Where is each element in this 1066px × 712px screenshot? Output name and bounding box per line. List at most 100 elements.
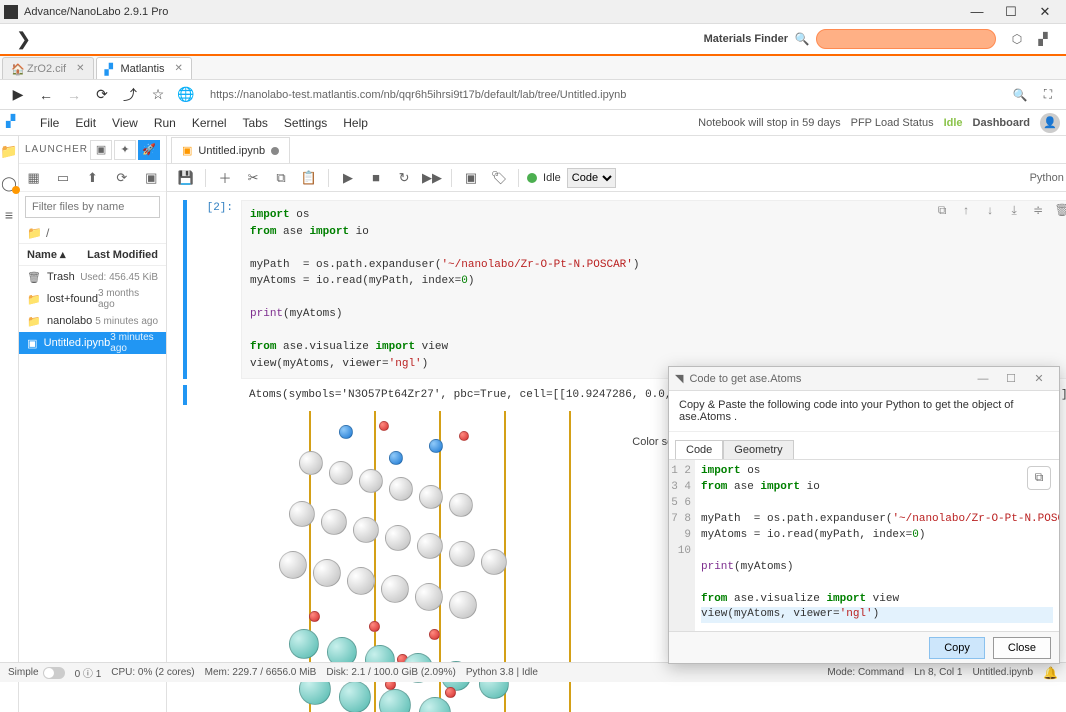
modal-titlebar[interactable]: ◥ Code to get ase.Atoms — ☐ ✕ [669,367,1059,391]
modal-close[interactable]: ✕ [1025,372,1053,385]
dashboard-link[interactable]: Dashboard [973,117,1030,129]
cell-prompt: [2]: [193,200,241,379]
menu-view[interactable]: View [104,116,146,130]
notebook-icon: ▣ [27,337,38,350]
paste-icon[interactable]: 📋 [298,167,320,189]
menu-file[interactable]: File [32,116,67,130]
crumb-path: / [46,226,49,240]
launcher-btn-1[interactable]: ▣ [90,140,112,160]
menu-kernel[interactable]: Kernel [184,116,235,130]
url-field[interactable]: https://nanolabo-test.matlantis.com/nb/q… [204,89,1002,101]
launcher-btn-rocket[interactable]: 🚀 [138,140,160,160]
filter-input[interactable] [25,196,160,218]
globe-icon[interactable]: 🌐 [176,85,196,105]
move-down-icon[interactable]: ↓ [982,202,998,218]
copy-icon[interactable]: ⧉ [1027,466,1051,490]
finder-input[interactable] [816,29,996,49]
duplicate-icon[interactable]: ⧉ [934,202,950,218]
cell-code[interactable]: import os from ase import io myPath = os… [241,200,1066,379]
download-icon[interactable]: ⤓ [1006,202,1022,218]
search-icon[interactable]: 🔍 [1010,85,1030,105]
tab-matlantis[interactable]: ▞ Matlantis ✕ [96,57,192,79]
run-all-icon[interactable]: ▶▶ [421,167,443,189]
close-icon[interactable]: ✕ [76,63,84,74]
tab-label: Matlantis [121,63,165,75]
menu-tabs[interactable]: Tabs [235,116,276,130]
materials-finder-label: Materials Finder [704,33,788,45]
modal-footer: Copy Close [669,631,1059,663]
play-icon[interactable]: ▶ [8,85,28,105]
copy-icon[interactable]: ⧉ [270,167,292,189]
forward-icon[interactable]: → [64,85,84,105]
file-filter [19,192,166,222]
back-icon[interactable]: ← [36,85,56,105]
cut-icon[interactable]: ✂ [242,167,264,189]
close-button[interactable]: ✕ [1028,1,1062,23]
breadcrumb[interactable]: 📁 / [19,222,166,244]
code-cell[interactable]: [2]: import os from ase import io myPath… [183,200,1066,379]
run-icon[interactable]: ▶ [337,167,359,189]
bell-icon[interactable]: 🔔 [1043,666,1058,680]
modal-tab-geometry[interactable]: Geometry [723,440,793,459]
upload-icon[interactable]: ⤴ [120,85,140,105]
matlantis-icon: ▞ [105,63,117,75]
menu-help[interactable]: Help [335,116,376,130]
expand-chevron-icon[interactable]: ❯ [10,29,37,50]
close-icon[interactable]: ✕ [175,63,183,74]
file-status: Untitled.ipynb [972,667,1033,678]
modal-minimize[interactable]: — [969,373,997,385]
search-icon[interactable]: 🔍 [794,31,810,47]
folder-icon[interactable]: 📁 [0,142,18,160]
modal-title: Code to get ase.Atoms [689,373,969,385]
stop-icon[interactable]: ■ [365,167,387,189]
upload-icon[interactable]: ⬆ [82,168,102,188]
new-folder-icon[interactable]: ▦ [24,168,44,188]
tab-zro2[interactable]: 🏠 ZrO2.cif ✕ [2,57,94,79]
cell-selection-bar [183,385,187,405]
menu-settings[interactable]: Settings [276,116,335,130]
fullscreen-icon[interactable]: ⛶ [1038,85,1058,105]
col-modified[interactable]: Last Modified [87,249,158,261]
restart-icon[interactable]: ↻ [393,167,415,189]
cell-type-select[interactable]: Code [567,168,616,188]
list-icon[interactable]: ≡ [0,206,18,224]
delete-icon[interactable]: 🗑 [1054,202,1066,218]
user-avatar-icon[interactable]: 👤 [1040,113,1060,133]
modal-tab-code[interactable]: Code [675,440,723,459]
cell-tag-icon[interactable]: 🏷 [488,167,510,189]
modal-source[interactable]: import os from ase import io myPath = os… [695,460,1059,631]
file-row-nanolabo[interactable]: 📁 nanolabo 5 minutes ago [19,310,166,332]
menu-run[interactable]: Run [146,116,184,130]
cpu-status: CPU: 0% (2 cores) [111,667,194,678]
file-row-trash[interactable]: 🗑 Trash Used: 456.45 KiB [19,266,166,288]
new-file-icon[interactable]: ▭ [53,168,73,188]
cell-actions: ⧉ ↑ ↓ ⤓ ≑ 🗑 [934,202,1066,218]
col-name[interactable]: Name ▴ [27,248,87,261]
reload-icon[interactable]: ⟳ [92,85,112,105]
unsaved-dot-icon [271,147,279,155]
notebook-tab[interactable]: ▣ Untitled.ipynb [171,137,290,163]
more-icon[interactable]: ▣ [141,168,161,188]
file-row-lostfound[interactable]: 📁 lost+found 3 months ago [19,288,166,310]
copy-button[interactable]: Copy [929,637,985,659]
file-row-untitled[interactable]: ▣ Untitled.ipynb 3 minutes ago [19,332,166,354]
hex-icon[interactable]: ⬡ [1008,30,1026,48]
kernel-label[interactable]: Python 3.8 [1030,172,1066,184]
launcher-btn-2[interactable]: ✦ [114,140,136,160]
maximize-button[interactable]: ☐ [994,1,1028,23]
code-icon[interactable]: ▣ [460,167,482,189]
save-icon[interactable]: 💾 [175,167,197,189]
simple-toggle[interactable]: Simple [8,667,65,679]
menu-edit[interactable]: Edit [67,116,104,130]
add-cell-icon[interactable]: ＋ [214,167,236,189]
diagnostics[interactable]: 0 ⓘ 1 [75,665,102,680]
insert-icon[interactable]: ≑ [1030,202,1046,218]
move-up-icon[interactable]: ↑ [958,202,974,218]
modal-maximize[interactable]: ☐ [997,372,1025,385]
refresh-icon[interactable]: ⟳ [112,168,132,188]
close-button[interactable]: Close [993,637,1051,659]
logo-icon[interactable]: ▞ [1034,30,1052,48]
star-icon[interactable]: ☆ [148,85,168,105]
running-icon[interactable]: ◯ [0,174,18,192]
minimize-button[interactable]: — [960,1,994,23]
